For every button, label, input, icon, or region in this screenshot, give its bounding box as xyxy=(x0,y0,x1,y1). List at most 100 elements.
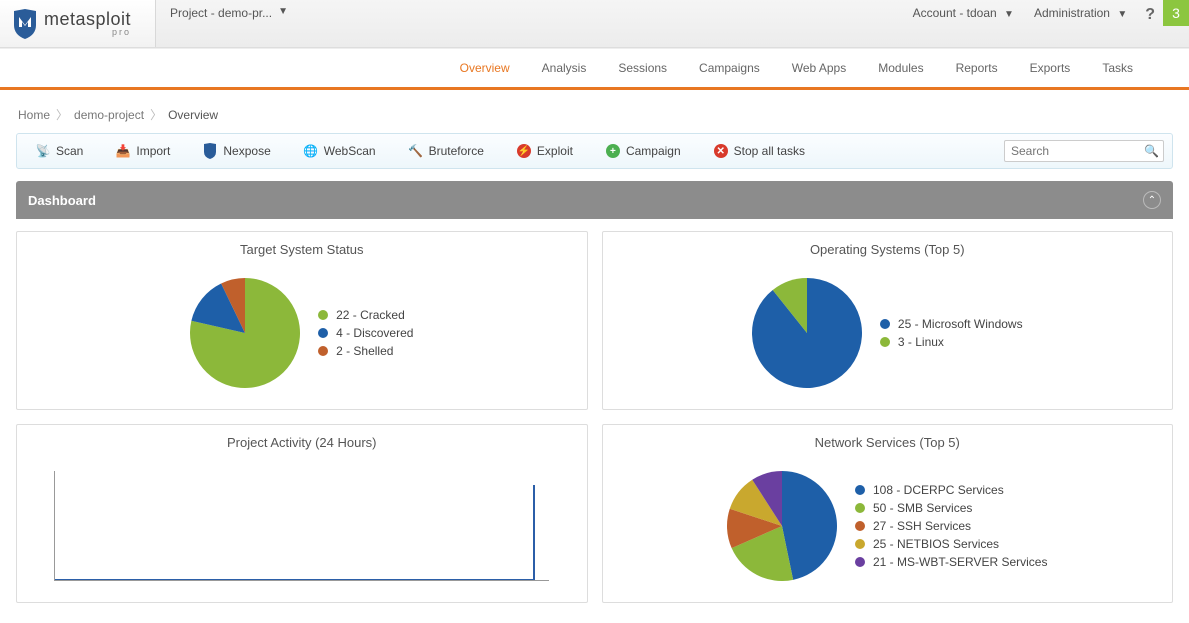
pie-chart: 108 - DCERPC Services 50 - SMB Services 27… xyxy=(727,471,1047,581)
tab-campaigns[interactable]: Campaigns xyxy=(683,49,776,87)
legend-label: 50 - SMB Services xyxy=(873,501,972,515)
breadcrumb-project[interactable]: demo-project xyxy=(74,108,144,122)
legend-swatch xyxy=(318,346,328,356)
webscan-icon: 🌐 xyxy=(303,143,319,159)
button-label: Stop all tasks xyxy=(734,144,805,158)
project-selector[interactable]: Project - demo-pr... ▼ xyxy=(156,0,302,47)
tab-overview[interactable]: Overview xyxy=(444,49,526,87)
tab-web-apps[interactable]: Web Apps xyxy=(776,49,862,87)
pie-chart: 22 - Cracked 4 - Discovered 2 - Shelled xyxy=(190,278,413,388)
button-label: Nexpose xyxy=(223,144,270,158)
legend-label: 2 - Shelled xyxy=(336,344,393,358)
legend-swatch xyxy=(880,319,890,329)
card-title: Network Services (Top 5) xyxy=(603,425,1173,462)
bruteforce-button[interactable]: 🔨 Bruteforce xyxy=(398,141,494,161)
chart-legend: 108 - DCERPC Services 50 - SMB Services 27… xyxy=(855,479,1047,573)
brand-edition: pro xyxy=(44,28,131,37)
legend-item: 2 - Shelled xyxy=(318,344,413,358)
legend-swatch xyxy=(880,337,890,347)
card-title: Target System Status xyxy=(17,232,587,269)
account-label: Account - tdoan xyxy=(913,6,997,20)
card-title: Operating Systems (Top 5) xyxy=(603,232,1173,269)
button-label: Exploit xyxy=(537,144,573,158)
card-target_status: Target System Status 22 - Cracked 4 - Disc… xyxy=(16,231,588,410)
top-bar: metasploit pro Project - demo-pr... ▼ Ac… xyxy=(0,0,1189,48)
card-body xyxy=(17,462,587,602)
tab-sessions[interactable]: Sessions xyxy=(602,49,683,87)
legend-item: 4 - Discovered xyxy=(318,326,413,340)
button-label: Import xyxy=(136,144,170,158)
nexpose-icon xyxy=(202,143,218,159)
legend-swatch xyxy=(855,503,865,513)
button-label: WebScan xyxy=(324,144,376,158)
legend-label: 108 - DCERPC Services xyxy=(873,483,1004,497)
breadcrumb-sep-icon: 〉 xyxy=(56,106,68,123)
button-label: Campaign xyxy=(626,144,681,158)
breadcrumb: Home 〉 demo-project 〉 Overview xyxy=(16,100,1173,133)
chevron-down-icon: ▼ xyxy=(1004,9,1014,20)
exploit-button[interactable]: ⚡ Exploit xyxy=(506,141,583,161)
card-activity: Project Activity (24 Hours) xyxy=(16,424,588,603)
button-label: Bruteforce xyxy=(429,144,484,158)
legend-swatch xyxy=(855,557,865,567)
notification-badge[interactable]: 3 xyxy=(1163,0,1189,26)
legend-label: 27 - SSH Services xyxy=(873,519,971,533)
brand-logo[interactable]: metasploit pro xyxy=(0,0,156,47)
breadcrumb-sep-icon: 〉 xyxy=(150,106,162,123)
main-nav: OverviewAnalysisSessionsCampaignsWeb App… xyxy=(0,48,1189,87)
legend-label: 25 - NETBIOS Services xyxy=(873,537,999,551)
project-selector-label: Project - demo-pr... xyxy=(170,6,272,20)
campaign-button[interactable]: + Campaign xyxy=(595,141,691,161)
legend-label: 22 - Cracked xyxy=(336,308,405,322)
exploit-icon: ⚡ xyxy=(516,143,532,159)
card-net_services: Network Services (Top 5) 108 - DCERPC Ser… xyxy=(602,424,1174,603)
card-title: Project Activity (24 Hours) xyxy=(17,425,587,462)
legend-label: 4 - Discovered xyxy=(336,326,413,340)
card-body: 22 - Cracked 4 - Discovered 2 - Shelled xyxy=(17,269,587,409)
webscan-button[interactable]: 🌐 WebScan xyxy=(293,141,386,161)
tab-reports[interactable]: Reports xyxy=(940,49,1014,87)
tab-exports[interactable]: Exports xyxy=(1014,49,1087,87)
legend-item: 25 - NETBIOS Services xyxy=(855,537,1047,551)
legend-swatch xyxy=(318,310,328,320)
chevron-down-icon: ▼ xyxy=(278,6,288,17)
account-menu[interactable]: Account - tdoan ▼ xyxy=(903,6,1024,20)
chart-legend: 25 - Microsoft Windows 3 - Linux xyxy=(880,313,1023,353)
scan-icon: 📡 xyxy=(35,143,51,159)
tab-analysis[interactable]: Analysis xyxy=(526,49,603,87)
tab-tasks[interactable]: Tasks xyxy=(1086,49,1149,87)
scan-button[interactable]: 📡 Scan xyxy=(25,141,93,161)
card-body: 108 - DCERPC Services 50 - SMB Services 27… xyxy=(603,462,1173,602)
dashboard-grid: Target System Status 22 - Cracked 4 - Disc… xyxy=(16,231,1173,603)
nexpose-button[interactable]: Nexpose xyxy=(192,141,280,161)
line-chart xyxy=(54,471,549,581)
search-icon[interactable]: 🔍 xyxy=(1144,144,1159,158)
administration-menu[interactable]: Administration ▼ xyxy=(1024,6,1137,20)
legend-item: 50 - SMB Services xyxy=(855,501,1047,515)
campaign-icon: + xyxy=(605,143,621,159)
legend-label: 25 - Microsoft Windows xyxy=(898,317,1023,331)
legend-swatch xyxy=(318,328,328,338)
metasploit-shield-icon xyxy=(12,9,38,39)
import-icon: 📥 xyxy=(115,143,131,159)
dashboard-header: Dashboard ⌃ xyxy=(16,181,1173,219)
help-button[interactable]: ? xyxy=(1137,6,1163,24)
legend-item: 21 - MS-WBT-SERVER Services xyxy=(855,555,1047,569)
search-input[interactable] xyxy=(1004,140,1164,162)
stop-icon: ✕ xyxy=(713,143,729,159)
stop-all-tasks-button[interactable]: ✕ Stop all tasks xyxy=(703,141,815,161)
page-content: Home 〉 demo-project 〉 Overview 📡 Scan 📥 Imp… xyxy=(0,90,1189,623)
card-body: 25 - Microsoft Windows 3 - Linux xyxy=(603,269,1173,409)
button-label: Scan xyxy=(56,144,83,158)
legend-item: 3 - Linux xyxy=(880,335,1023,349)
card-os_top5: Operating Systems (Top 5) 25 - Microsoft … xyxy=(602,231,1174,410)
legend-item: 25 - Microsoft Windows xyxy=(880,317,1023,331)
bruteforce-icon: 🔨 xyxy=(408,143,424,159)
breadcrumb-home[interactable]: Home xyxy=(18,108,50,122)
tab-modules[interactable]: Modules xyxy=(862,49,939,87)
collapse-icon[interactable]: ⌃ xyxy=(1143,191,1161,209)
import-button[interactable]: 📥 Import xyxy=(105,141,180,161)
legend-label: 21 - MS-WBT-SERVER Services xyxy=(873,555,1047,569)
breadcrumb-current: Overview xyxy=(168,108,218,122)
legend-item: 27 - SSH Services xyxy=(855,519,1047,533)
